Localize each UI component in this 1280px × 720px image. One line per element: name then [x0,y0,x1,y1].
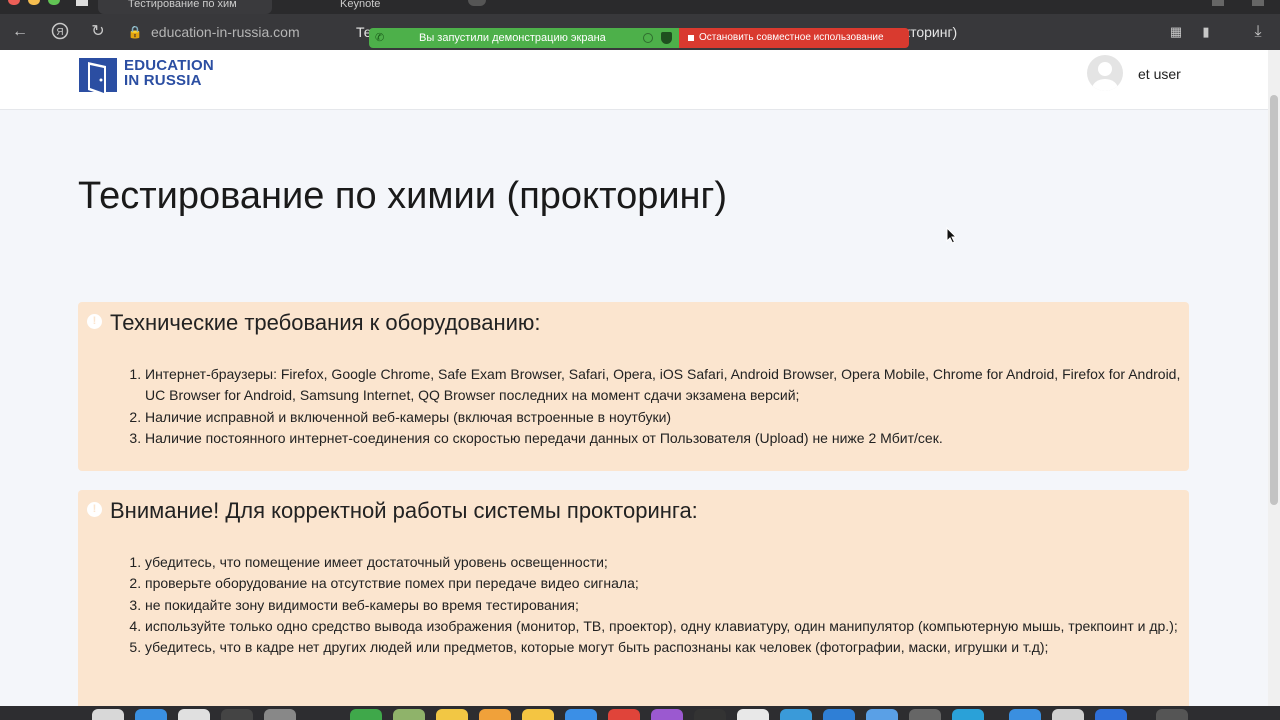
pinned-tab-icon[interactable] [76,0,88,6]
requirements-title: Технические требования к оборудованию: [110,310,541,335]
app-icon[interactable] [694,709,726,720]
site-logo[interactable]: EDUCATION IN RUSSIA [124,58,214,88]
mouse-cursor-icon [946,227,958,244]
yandex-icon[interactable]: Я [50,22,70,42]
app-icon[interactable] [1052,709,1084,720]
zoom-window-button[interactable] [48,0,60,5]
finder-icon[interactable] [92,709,124,720]
app-icon[interactable] [522,709,554,720]
app-icon[interactable] [952,709,984,720]
user-name[interactable]: et user [1138,66,1181,82]
attention-title: Внимание! Для корректной работы системы … [110,498,698,523]
attention-alert: ! Внимание! Для корректной работы систем… [78,490,1189,706]
tab-label: Тестирование по хим [128,0,237,10]
list-item: убедитесь, что в кадре нет других людей … [145,637,1185,658]
list-item: убедитесь, что помещение имеет достаточн… [145,552,1185,573]
screen-share-banner: ✆ Вы запустили демонстрацию экрана Остан… [369,28,909,48]
app-icon[interactable] [479,709,511,720]
address-bar[interactable]: education-in-russia.com [151,24,300,40]
logo-door-icon[interactable] [78,56,118,96]
app-icon[interactable] [909,709,941,720]
page-scrollbar[interactable] [1268,50,1280,706]
avatar-body [1092,79,1118,91]
app-icon[interactable] [737,709,769,720]
safari-icon[interactable] [135,709,167,720]
stop-sharing-label: Остановить совместное использование [699,32,884,43]
shield-icon [661,32,672,44]
lock-icon: 🔒 [127,25,143,39]
chrome-icon[interactable] [178,709,210,720]
avatar-head [1098,62,1112,76]
back-icon[interactable]: ← [10,22,30,42]
stop-sharing-button[interactable]: Остановить совместное использование [679,28,909,48]
close-window-button[interactable] [8,0,20,5]
video-icon[interactable] [221,709,253,720]
trash-icon[interactable] [1156,709,1188,720]
info-icon: ! [87,502,102,517]
screen-share-status: ✆ Вы запустили демонстрацию экрана [369,28,679,48]
list-item: Наличие исправной и включенной веб-камер… [145,407,1185,428]
stop-icon [688,35,694,41]
phone-icon: ✆ [375,32,385,44]
app-icon[interactable] [608,709,640,720]
avatar[interactable] [1087,55,1123,91]
notes-icon[interactable] [436,709,468,720]
site-header: EDUCATION IN RUSSIA et user [0,50,1268,110]
scrollbar-thumb[interactable] [1270,95,1278,505]
attention-list: убедитесь, что помещение имеет достаточн… [145,552,1185,658]
pause-share-icon[interactable] [643,33,653,43]
tab-testing[interactable]: Тестирование по хим [98,0,272,14]
app-icon[interactable] [350,709,382,720]
menu-icon[interactable] [1252,0,1264,6]
app-icon[interactable] [1009,709,1041,720]
list-item: проверьте оборудование на отсутствие пом… [145,573,1185,594]
app-icon[interactable] [1095,709,1127,720]
requirements-list: Интернет-браузеры: Firefox, Google Chrom… [145,364,1185,449]
translate-icon[interactable]: ▦ [1166,22,1186,42]
app-icon[interactable] [780,709,812,720]
app-icon[interactable] [823,709,855,720]
reload-icon[interactable]: ↻ [88,22,108,42]
bookmark-icon[interactable]: ▮ [1196,22,1216,42]
tab-label: Keynote [340,0,381,10]
screen-share-message: Вы запустили демонстрацию экрана [419,32,606,44]
svg-text:Я: Я [56,27,63,38]
page-title: Тестирование по химии (прокторинг) [78,175,728,217]
app-icon[interactable] [393,709,425,720]
page-viewport: EDUCATION IN RUSSIA et user Тестирование… [0,50,1268,706]
podcasts-icon[interactable] [651,709,683,720]
download-icon[interactable]: ⤓ [1248,22,1268,42]
list-item: Наличие постоянного интернет-соединения … [145,428,1185,449]
list-item: не покидайте зону видимости веб-камеры в… [145,595,1185,616]
new-tab-icon[interactable] [468,0,486,6]
app-icon[interactable] [565,709,597,720]
logo-line-2: IN RUSSIA [124,72,202,89]
tab-keynote[interactable]: Keynote [282,0,462,14]
requirements-alert: ! Технические требования к оборудованию:… [78,302,1189,471]
app-icon[interactable] [264,709,296,720]
info-icon: ! [87,314,102,329]
list-item: используйте только одно средство вывода … [145,616,1185,637]
extension-icon[interactable] [1212,0,1224,6]
app-icon[interactable] [866,709,898,720]
logo-line-1: EDUCATION [124,57,214,74]
browser-tab-strip: Тестирование по хим Keynote [0,0,1280,14]
list-item: Интернет-браузеры: Firefox, Google Chrom… [145,364,1185,407]
minimize-window-button[interactable] [28,0,40,5]
